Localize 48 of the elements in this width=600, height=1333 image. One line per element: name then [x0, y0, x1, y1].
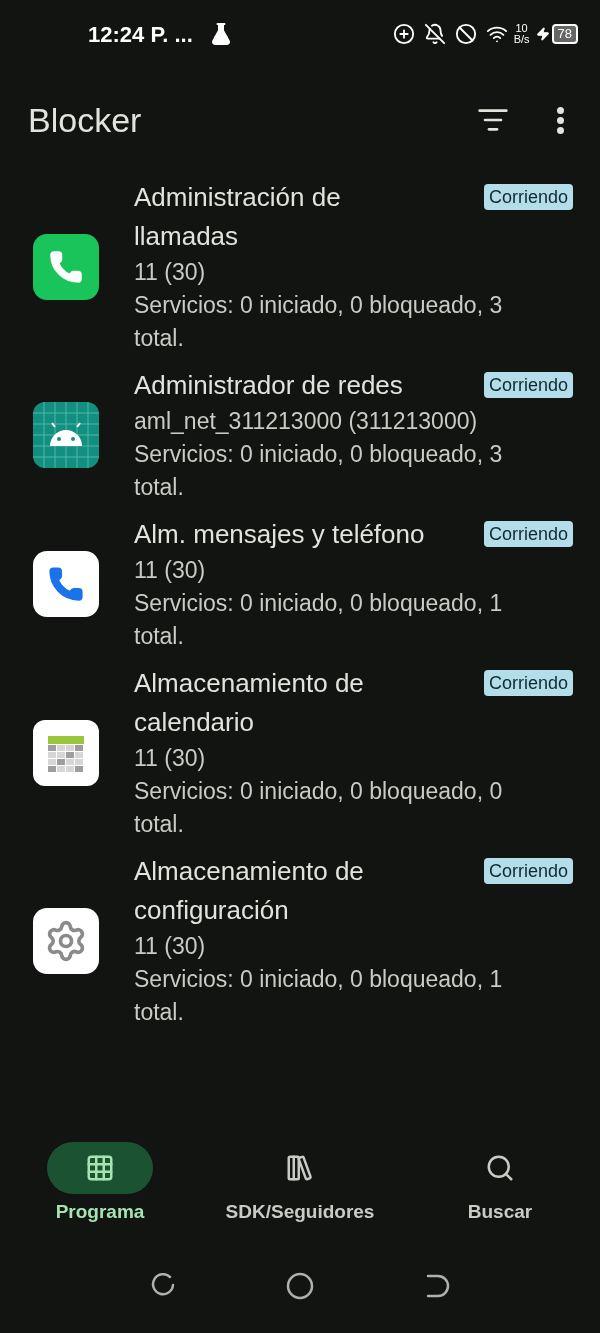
- settings-app-icon: [33, 907, 99, 974]
- status-badge: Corriendo: [483, 858, 573, 884]
- app-name: Almacenamiento de configuración: [134, 855, 365, 927]
- bell-off-icon: [423, 23, 446, 45]
- app-name: Almacenamiento de calendario: [134, 667, 365, 739]
- status-badge: Corriendo: [483, 372, 573, 398]
- status-time: 12:24 P. ...: [88, 20, 193, 49]
- block-icon: [454, 23, 477, 45]
- net-speed: 10: [515, 23, 528, 34]
- app-version: 11 (30): [134, 932, 207, 961]
- phone-app-icon: [33, 551, 99, 617]
- app-version: 11 (30): [134, 744, 207, 773]
- status-badge: Corriendo: [483, 521, 573, 547]
- app-list-item[interactable]: Almacenamiento de configuración Corriendo 11 (30) Servicios: 0 iniciado, 0 bloqueado, 1 total.: [0, 846, 600, 1034]
- app-version: 11 (30): [134, 258, 207, 287]
- status-badge: Corriendo: [483, 670, 573, 696]
- library-icon: [285, 1153, 315, 1183]
- home-icon[interactable]: [286, 1271, 314, 1300]
- app-name: Administrador de redes: [134, 369, 404, 402]
- services-summary: Servicios: 0 iniciado, 0 bloqueado, 3 total.: [134, 440, 504, 502]
- android-app-icon: [33, 402, 99, 468]
- more-icon: [557, 106, 564, 134]
- search-icon: [485, 1153, 515, 1183]
- back-icon[interactable]: [424, 1272, 450, 1299]
- status-badge: Corriendo: [483, 184, 573, 210]
- app-name: Administración de llamadas: [134, 181, 342, 253]
- calendar-app-icon: [33, 719, 99, 786]
- app-list-item[interactable]: Administración de llamadas Corriendo 11 (30) Servicios: 0 iniciado, 0 bloqueado, 3 total.: [0, 172, 600, 360]
- app-list-item[interactable]: Administrador de redes Corriendo aml_net_311213000 (311213000) Servicios: 0 iniciado, 0 bloqueado, 3 total.: [0, 360, 600, 509]
- nav-tab[interactable]: SDK/Seguidores: [200, 1142, 400, 1246]
- services-summary: Servicios: 0 iniciado, 0 bloqueado, 1 total.: [134, 589, 504, 651]
- battery-indicator: 78: [551, 24, 578, 44]
- charging-icon: [535, 27, 550, 41]
- add-circle-icon: [392, 23, 415, 45]
- app-version: aml_net_311213000 (311213000): [134, 407, 479, 436]
- grid-icon: [85, 1153, 115, 1183]
- app-list-item[interactable]: Almacenamiento de calendario Corriendo 11 (30) Servicios: 0 iniciado, 0 bloqueado, 0 total.: [0, 658, 600, 846]
- services-summary: Servicios: 0 iniciado, 0 bloqueado, 1 total.: [134, 965, 504, 1027]
- nav-tab[interactable]: Programa: [0, 1142, 200, 1246]
- nav-tab[interactable]: Buscar: [400, 1142, 600, 1246]
- phone-app-icon: [33, 233, 99, 300]
- services-summary: Servicios: 0 iniciado, 0 bloqueado, 0 total.: [134, 777, 504, 839]
- app-name: Alm. mensajes y teléfono: [134, 518, 426, 551]
- app-title: Blocker: [28, 99, 143, 141]
- app-version: 11 (30): [134, 556, 207, 585]
- services-summary: Servicios: 0 iniciado, 0 bloqueado, 3 total.: [134, 291, 504, 353]
- net-speed-unit: B/s: [513, 34, 530, 45]
- app-list-item[interactable]: Alm. mensajes y teléfono Corriendo 11 (30) Servicios: 0 iniciado, 0 bloqueado, 1 total.: [0, 509, 600, 658]
